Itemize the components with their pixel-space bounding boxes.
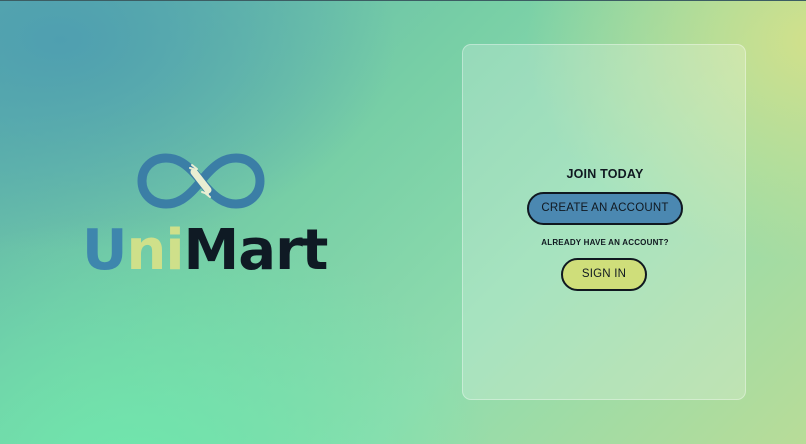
brand-logo: UniMart: [78, 148, 338, 288]
sign-in-button[interactable]: SIGN IN: [561, 258, 647, 291]
already-have-account-text: ALREADY HAVE AN ACCOUNT?: [541, 238, 669, 247]
auth-card: JOIN TODAY CREATE AN ACCOUNT ALREADY HAV…: [462, 44, 746, 400]
top-border: [0, 0, 806, 1]
infinity-hands-icon: [137, 153, 265, 209]
brand-wordmark: UniMart: [82, 218, 329, 284]
join-title: JOIN TODAY: [566, 167, 644, 181]
brand-name-part1: U: [82, 218, 127, 283]
brand-name-part2: ni: [126, 218, 184, 283]
brand-name-part3: Mart: [183, 218, 329, 283]
create-account-button[interactable]: CREATE AN ACCOUNT: [527, 192, 683, 225]
